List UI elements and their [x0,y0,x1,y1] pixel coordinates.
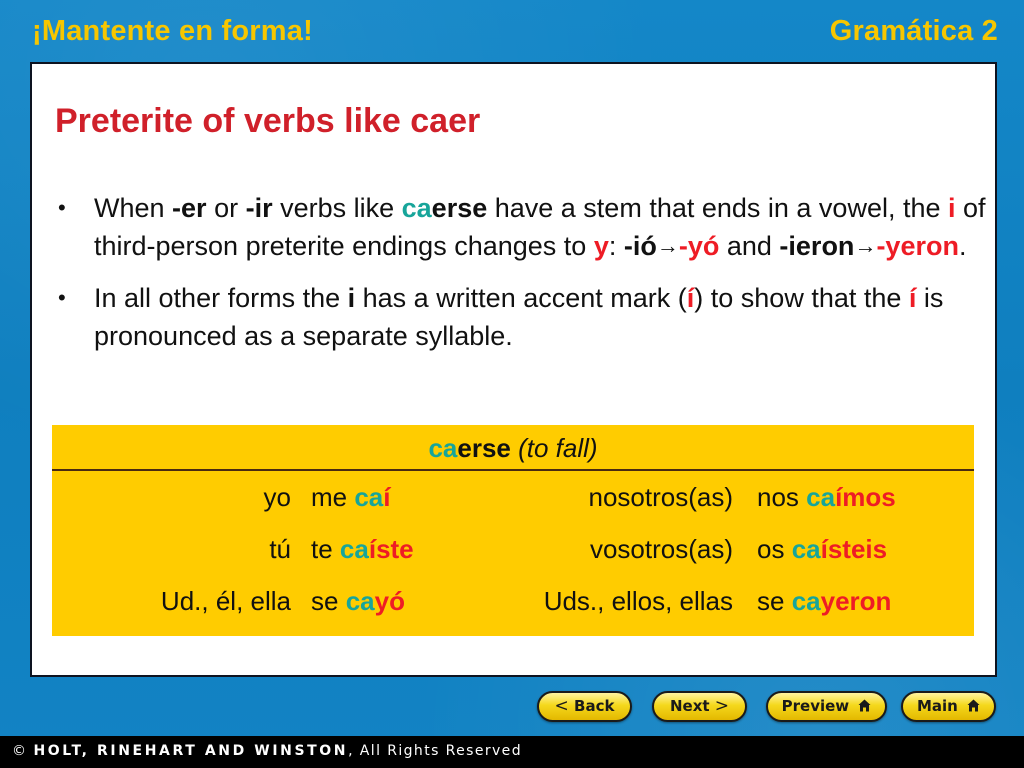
text: or [206,193,246,223]
verb-form: se cayó [311,575,405,627]
text: When [94,193,173,223]
bullet-marker: • [58,285,66,310]
arrow-right-icon: → [854,233,877,258]
stem: ca [791,534,821,564]
highlight-y: y [593,231,609,261]
rights-text: , All Rights Reserved [348,743,522,759]
pronoun: vosotros(as) [589,534,733,564]
ending-io: -ió [623,231,657,261]
ending: yó [374,586,405,616]
reflexive: se [757,586,792,616]
pronoun: nosotros(as) [588,482,734,512]
reflexive: te [311,534,340,564]
table-header: caerse (to fall) [52,425,974,471]
stem: ca [339,534,369,564]
pronoun: Uds., ellos, ellas [543,586,733,616]
ending-yo: -yó [678,231,720,261]
suffix-er: -er [172,193,207,223]
verb-stem: ca [428,433,458,463]
bullet-item: • When -er or -ir verbs like caerse have… [56,189,986,267]
ending-ieron: -ieron [779,231,855,261]
next-button[interactable]: Next > [652,691,747,722]
suffix-ir: -ir [245,193,273,223]
text: verbs like [272,193,402,223]
slide-title: Preterite of verbs like caer [55,102,481,140]
table-row: tú te caíste vosotros(as) os caísteis [52,523,974,575]
verb-gloss: (to fall) [510,433,598,463]
text: In all other forms the [94,283,348,313]
course-title: ¡Mantente en forma! [32,15,313,47]
reflexive: se [311,586,346,616]
main-button[interactable]: Main [901,691,996,722]
reflexive: os [757,534,792,564]
pronoun: Ud., él, ella [160,586,291,616]
table-row: Ud., él, ella se cayó Uds., ellos, ellas… [52,575,974,627]
slide-content-panel: Preterite of verbs like caer • When -er … [30,62,997,677]
publisher-name: HOLT, RINEHART AND WINSTON [26,743,349,759]
preview-button[interactable]: Preview [766,691,887,722]
pronoun: tú [269,534,291,564]
verb-form: te caíste [311,523,414,575]
verb-form: os caísteis [757,523,887,575]
arrow-right-icon: → [656,233,679,258]
verb-form: nos caímos [757,471,896,523]
bullet-item: • In all other forms the i has a written… [56,279,986,355]
verb-stem: ca [401,193,432,223]
table-row: yo me caí nosotros(as) nos caímos [52,471,974,523]
copyright-icon: © [12,743,26,759]
preview-label: Preview [781,697,850,715]
reflexive: me [311,482,355,512]
bullet-list: • When -er or -ir verbs like caerse have… [56,189,986,367]
text: . [958,231,967,261]
conjugation-table: caerse (to fall) yo me caí nosotros(as) … [52,425,974,636]
verb-ending: erse [431,193,488,223]
ending: í [383,482,391,512]
text: has a written accent mark ( [355,283,687,313]
highlight-i: i [948,193,956,223]
reflexive: nos [757,482,807,512]
ending-yeron: -yeron [876,231,959,261]
ending: yeron [820,586,892,616]
stem: ca [354,482,384,512]
stem: ca [806,482,836,512]
pronoun: yo [263,482,291,512]
stem: ca [791,586,821,616]
ending: íste [368,534,414,564]
verb-form: me caí [311,471,391,523]
text: and [719,231,780,261]
verb-ending: erse [457,433,511,463]
text: : [608,231,624,261]
chevron-right-icon: > [714,696,730,716]
back-label: Back [574,697,615,715]
main-label: Main [916,697,958,715]
bullet-marker: • [58,195,66,220]
back-button[interactable]: < Back [537,691,632,722]
ending: ímos [835,482,896,512]
ending: ísteis [820,534,888,564]
next-label: Next [669,697,710,715]
text: ) to show that the [694,283,909,313]
copyright-footer: © HOLT, RINEHART AND WINSTON, All Rights… [0,736,1024,768]
letter-i: i [347,283,356,313]
section-title: Gramática 2 [829,15,998,47]
text: have a stem that ends in a vowel, the [487,193,949,223]
chevron-left-icon: < [554,696,569,716]
home-icon [967,699,980,712]
home-icon [858,699,871,712]
stem: ca [345,586,375,616]
verb-form: se cayeron [757,575,891,627]
